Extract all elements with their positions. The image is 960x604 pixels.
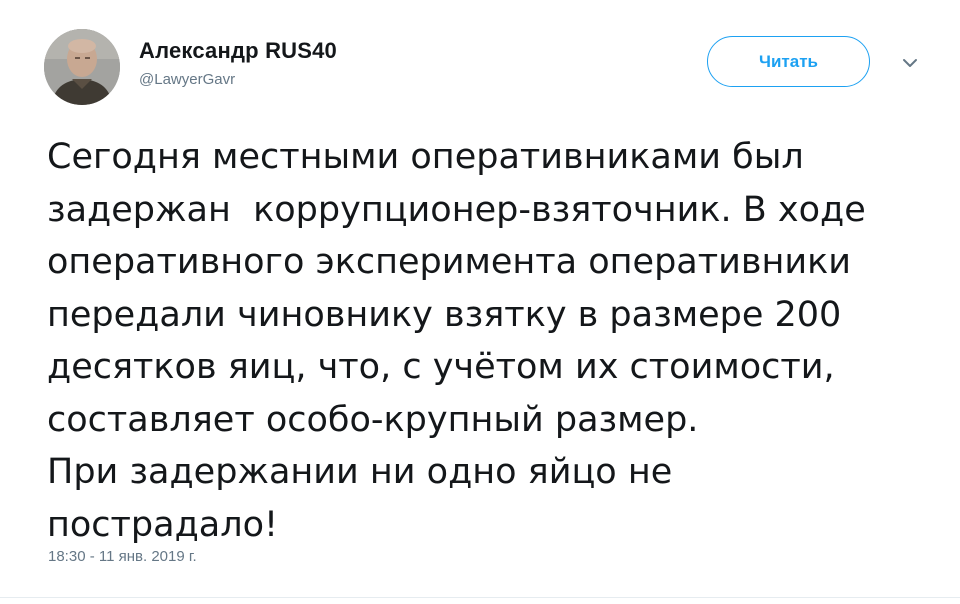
tweet-timestamp[interactable]: 18:30 - 11 янв. 2019 г. [48, 548, 197, 565]
follow-button-label: Читать [759, 51, 818, 71]
chevron-down-icon[interactable] [900, 56, 920, 70]
avatar[interactable] [44, 29, 120, 105]
divider [0, 597, 960, 598]
tweet-card: Александр RUS40 @LawyerGavr Читать Сегод… [0, 0, 960, 604]
display-name[interactable]: Александр RUS40 [139, 38, 337, 64]
tweet-text: Сегодня местными оперативниками был заде… [47, 137, 866, 545]
avatar-photo-icon [44, 29, 120, 105]
user-handle[interactable]: @LawyerGavr [139, 71, 235, 88]
follow-button[interactable]: Читать [707, 36, 870, 87]
